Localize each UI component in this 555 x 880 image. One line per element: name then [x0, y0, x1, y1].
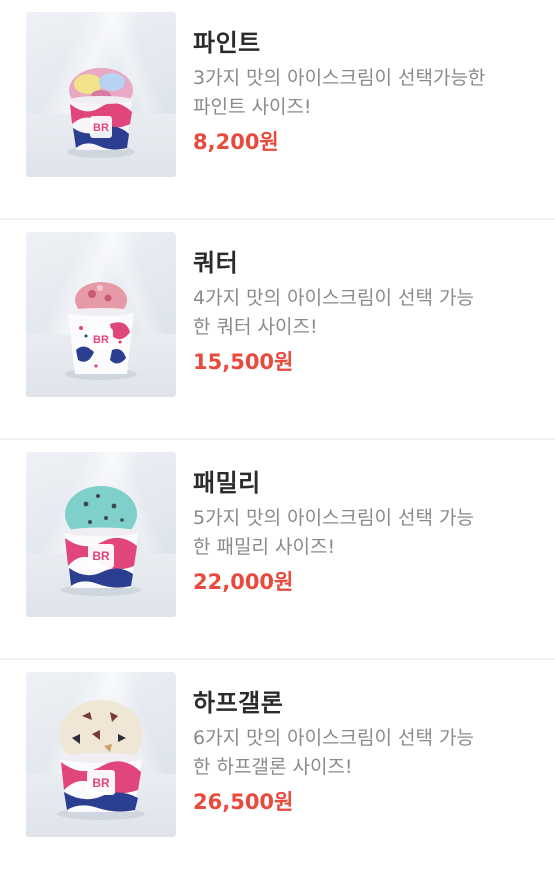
pint-cup-icon: BR — [67, 68, 135, 158]
description-line: 5가지 맛의 아이스크림이 선택 가능 — [193, 507, 474, 529]
product-item-half-gallon[interactable]: BR 하프갤론 6가지 맛의 아이스크림이 선택 가능 한 하프갤론 사이즈! … — [0, 660, 555, 880]
product-item-family[interactable]: BR 패밀리 5가지 맛의 아이스크림이 선택 가능 한 패밀리 사이즈! 22… — [0, 440, 555, 660]
product-image[interactable]: BR — [26, 12, 176, 177]
description-line: 한 쿼터 사이즈! — [193, 316, 318, 338]
br-logo: BR — [93, 122, 109, 134]
product-image[interactable]: BR — [26, 232, 176, 397]
product-price: 8,200원 — [193, 130, 279, 154]
description-line: 한 패밀리 사이즈! — [193, 536, 336, 558]
half-gallon-cup-icon: BR — [57, 700, 145, 820]
product-info: 패밀리 5가지 맛의 아이스크림이 선택 가능 한 패밀리 사이즈! 22,00… — [193, 466, 533, 596]
product-description: 5가지 맛의 아이스크림이 선택 가능 한 패밀리 사이즈! — [193, 504, 533, 562]
br-logo: BR — [93, 334, 109, 346]
product-price: 15,500원 — [193, 350, 294, 374]
product-name: 파인트 — [193, 29, 261, 57]
product-description: 3가지 맛의 아이스크림이 선택가능한 파인트 사이즈! — [193, 64, 533, 122]
product-info: 하프갤론 6가지 맛의 아이스크림이 선택 가능 한 하프갤론 사이즈! 26,… — [193, 686, 533, 816]
br-logo: BR — [92, 776, 110, 790]
product-price: 22,000원 — [193, 570, 294, 594]
description-line: 6가지 맛의 아이스크림이 선택 가능 — [193, 727, 474, 749]
product-info: 쿼터 4가지 맛의 아이스크림이 선택 가능 한 쿼터 사이즈! 15,500원 — [193, 246, 533, 376]
description-line: 파인트 사이즈! — [193, 96, 312, 118]
description-line: 한 하프갤론 사이즈! — [193, 756, 353, 778]
product-description: 4가지 맛의 아이스크림이 선택 가능 한 쿼터 사이즈! — [193, 284, 533, 342]
product-image[interactable]: BR — [26, 672, 176, 837]
product-image[interactable]: BR — [26, 452, 176, 617]
product-list: BR 파인트 3가지 맛의 아이스크림이 선택가능한 파인트 사이즈! 8,20… — [0, 0, 555, 880]
product-item-quarter[interactable]: BR 쿼터 4가지 맛의 아이스크림이 선택 가능 한 쿼터 사이즈! 15,5… — [0, 220, 555, 440]
product-name: 쿼터 — [193, 249, 239, 277]
quarter-cup-icon: BR — [65, 282, 137, 380]
product-price: 26,500원 — [193, 790, 294, 814]
product-description: 6가지 맛의 아이스크림이 선택 가능 한 하프갤론 사이즈! — [193, 724, 533, 782]
product-name: 패밀리 — [193, 469, 261, 497]
br-logo: BR — [92, 549, 110, 563]
family-cup-icon: BR — [61, 486, 141, 596]
description-line: 4가지 맛의 아이스크림이 선택 가능 — [193, 287, 474, 309]
product-info: 파인트 3가지 맛의 아이스크림이 선택가능한 파인트 사이즈! 8,200원 — [193, 26, 533, 156]
description-line: 3가지 맛의 아이스크림이 선택가능한 — [193, 67, 486, 89]
product-item-pint[interactable]: BR 파인트 3가지 맛의 아이스크림이 선택가능한 파인트 사이즈! 8,20… — [0, 0, 555, 220]
product-name: 하프갤론 — [193, 689, 284, 717]
